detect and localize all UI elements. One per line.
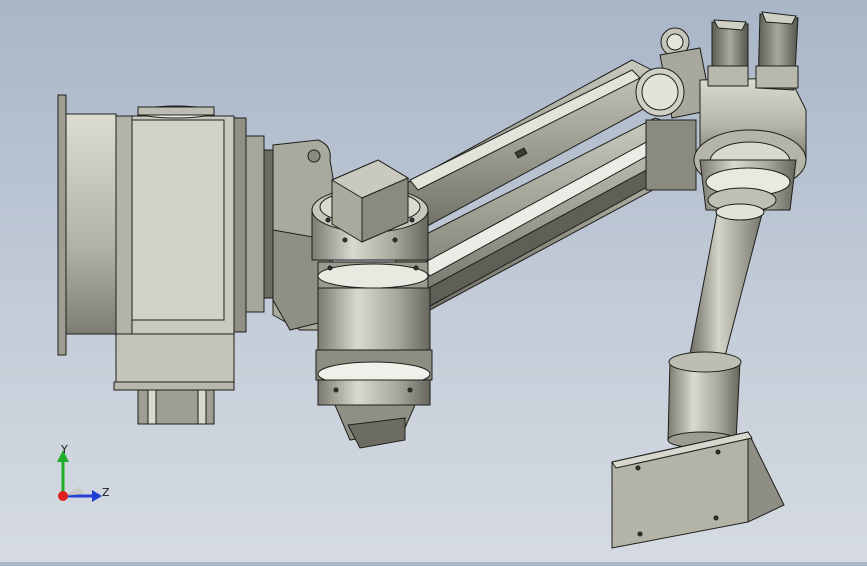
wrist-joint[interactable] (667, 351, 742, 449)
z-axis-arrow-head (92, 490, 102, 502)
base-flange-plate (57, 94, 67, 356)
servo-motors[interactable] (707, 11, 799, 91)
robot-arm-model[interactable] (0, 0, 867, 562)
y-axis-label: Y (61, 443, 68, 456)
axis-triad-graphic (57, 450, 102, 502)
base-lower-block (115, 333, 235, 383)
base-flange-ring (65, 113, 117, 335)
axis-triad: Y Z (40, 438, 130, 518)
shoulder-joint[interactable] (311, 159, 433, 449)
cad-viewport[interactable] (0, 0, 867, 562)
z-axis-label: Z (102, 486, 110, 499)
end-effector-plate[interactable] (611, 431, 785, 549)
base-housing[interactable] (57, 94, 277, 425)
x-axis-dot (58, 491, 68, 501)
forearm[interactable] (689, 203, 765, 361)
